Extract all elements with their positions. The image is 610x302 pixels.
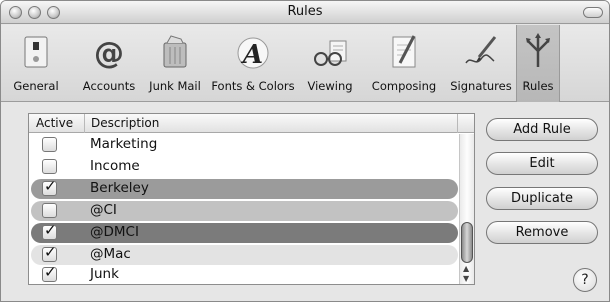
duplicate-rule-button[interactable]: Duplicate (486, 187, 598, 210)
toolbar-item-junk-mail[interactable]: Junk Mail (143, 25, 207, 102)
font-a-icon: A (237, 37, 269, 70)
active-checkbox[interactable] (42, 159, 57, 174)
rule-description: @Mac (90, 246, 131, 262)
rule-description: @CI (90, 202, 117, 218)
toolbar-label-fonts-colors: Fonts & Colors (211, 79, 295, 93)
general-switch-icon (24, 36, 48, 68)
trash-can-icon (163, 35, 187, 68)
toolbar-label-general: General (13, 79, 59, 93)
checkmark: ✓ (44, 177, 57, 195)
toolbar-item-general[interactable]: General (4, 25, 68, 102)
pen-signature-icon (465, 36, 497, 64)
toolbar-label-rules: Rules (522, 79, 554, 93)
toolbar-label-accounts: Accounts (82, 79, 136, 93)
preferences-toolbar: General @ Accounts Junk Mail A Fonts & C… (1, 25, 609, 102)
toolbar-label-composing: Composing (371, 79, 437, 93)
at-sign-icon: @ (94, 36, 124, 71)
active-checkbox[interactable] (42, 203, 57, 218)
checkmark: ✓ (44, 243, 57, 261)
rule-description: Marketing (90, 136, 158, 152)
toolbar-item-fonts-colors[interactable]: A Fonts & Colors (209, 25, 297, 102)
table-row[interactable]: ✓ @Mac (31, 244, 458, 266)
add-rule-button[interactable]: Add Rule (486, 118, 598, 141)
toolbar-label-signatures: Signatures (450, 79, 512, 93)
toolbar-item-viewing[interactable]: Viewing (300, 25, 360, 102)
table-row[interactable]: Income (31, 156, 458, 178)
checkmark: ✓ (44, 263, 57, 281)
table-row[interactable]: ✓ Junk (31, 264, 458, 286)
rule-description: Berkeley (90, 180, 149, 196)
column-header-active[interactable]: Active (29, 114, 85, 133)
table-row[interactable]: @CI (31, 200, 458, 222)
toolbar-item-rules[interactable]: Rules (516, 25, 560, 102)
svg-text:A: A (240, 40, 263, 70)
svg-text:@: @ (94, 36, 124, 71)
rule-description: Income (90, 158, 140, 174)
toolbar-label-junk-mail: Junk Mail (149, 79, 201, 93)
mail-preferences-window: Rules General @ Accounts Junk Mail A Fon… (0, 0, 610, 302)
scroll-down-arrow-icon[interactable]: ▼ (463, 274, 469, 283)
active-checkbox[interactable] (42, 137, 57, 152)
window-title: Rules (287, 4, 323, 19)
rules-arrows-icon (526, 33, 550, 67)
toolbar-item-accounts[interactable]: @ Accounts (75, 25, 143, 102)
table-row[interactable]: Marketing (31, 134, 458, 156)
remove-rule-button[interactable]: Remove (486, 221, 598, 244)
toolbar-item-signatures[interactable]: Signatures (446, 25, 516, 102)
title-bar: Rules (1, 1, 609, 24)
toolbar-label-viewing: Viewing (307, 79, 353, 93)
edit-rule-button[interactable]: Edit (486, 152, 598, 175)
glasses-icon (314, 40, 347, 66)
active-checkbox[interactable]: ✓ (42, 263, 57, 282)
scrollbar-thumb[interactable] (461, 222, 473, 263)
help-button[interactable]: ? (573, 268, 597, 292)
pencil-paper-icon (392, 35, 416, 68)
scroll-up-arrow-icon[interactable]: ▲ (463, 264, 469, 273)
table-row[interactable]: ✓ @DMCI (31, 222, 458, 244)
rule-description: Junk (90, 266, 119, 282)
rules-table: Active Description Marketing Income ✓ Be… (28, 113, 475, 285)
toolbar-item-composing[interactable]: Composing (364, 25, 444, 102)
table-header: Active Description (29, 114, 474, 133)
rule-description: @DMCI (90, 224, 139, 240)
vertical-scrollbar[interactable]: ▲ ▼ (459, 134, 474, 284)
active-checkbox[interactable]: ✓ (42, 243, 57, 262)
toolbar-toggle-button[interactable] (583, 7, 603, 18)
column-header-description[interactable]: Description (86, 114, 458, 133)
active-checkbox[interactable]: ✓ (42, 177, 57, 196)
active-checkbox[interactable]: ✓ (42, 221, 57, 240)
checkmark: ✓ (44, 221, 57, 239)
table-row[interactable]: ✓ Berkeley (31, 178, 458, 200)
